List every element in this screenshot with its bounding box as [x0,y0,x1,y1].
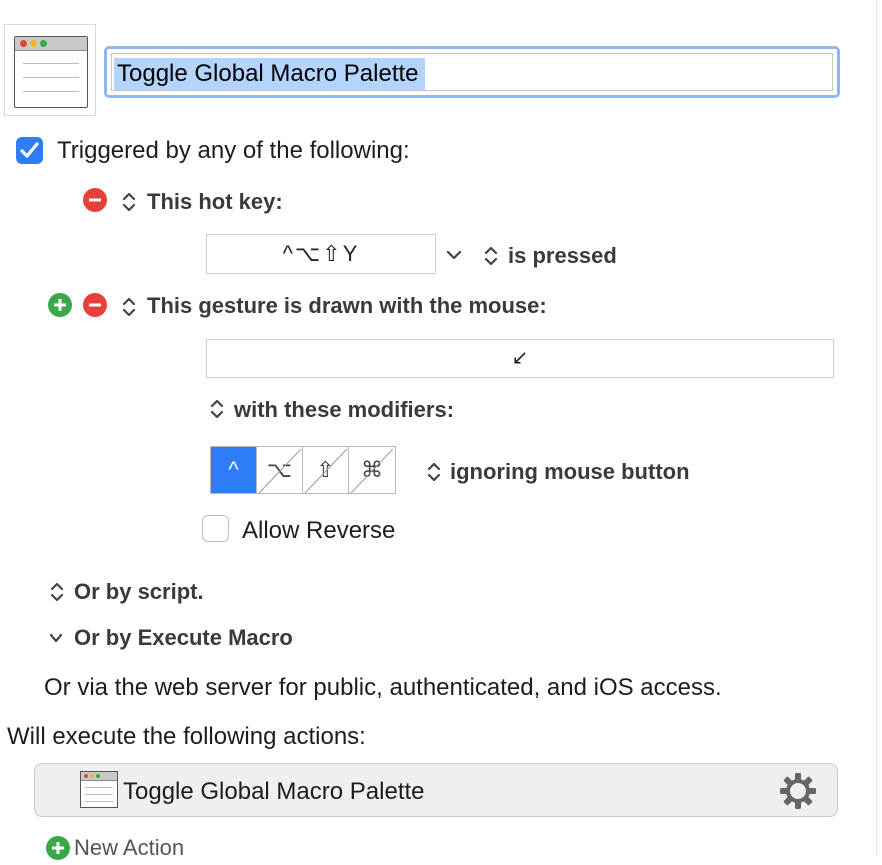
updown-chevron-icon[interactable] [120,295,138,324]
control-modifier-button[interactable]: ^ [211,447,257,493]
modifier-buttons: ^ ⌥ ⇧ ⌘ [210,446,396,494]
allow-reverse-checkbox[interactable] [202,515,229,542]
triggered-checkbox[interactable] [16,137,43,164]
remove-trigger-icon[interactable] [83,293,107,317]
modifiers-label: with these modifiers: [234,397,455,422]
updown-chevron-icon[interactable] [425,460,443,489]
web-server-note: Or via the web server for public, authen… [44,674,722,701]
updown-chevron-icon[interactable] [120,190,138,219]
allow-reverse-label: Allow Reverse [242,517,396,544]
chevron-down-icon[interactable] [47,626,65,655]
command-modifier-button[interactable]: ⌘ [349,447,395,494]
new-action-button[interactable]: New Action [74,834,184,862]
option-modifier-button[interactable]: ⌥ [257,447,303,494]
gesture-symbol: ↙ [511,347,529,369]
hotkey-label: This hot key: [147,189,283,214]
updown-chevron-icon[interactable] [482,244,500,273]
add-trigger-icon[interactable] [48,293,72,317]
updown-chevron-icon[interactable] [208,397,226,426]
macro-icon-well[interactable] [4,24,96,116]
chevron-down-icon[interactable] [444,243,464,272]
macro-name-text[interactable]: Toggle Global Macro Palette [114,58,425,90]
gear-icon[interactable] [778,771,818,816]
gesture-label: This gesture is drawn with the mouse: [147,293,547,318]
add-action-icon[interactable] [46,836,70,860]
remove-trigger-icon[interactable] [83,188,107,212]
script-trigger-option[interactable]: Or by script. [74,578,204,606]
panel-edge [876,0,877,856]
shift-modifier-button[interactable]: ⇧ [303,447,349,494]
hotkey-field[interactable]: ^⌥⇧Y [206,234,436,274]
gesture-field[interactable]: ↙ [206,339,834,378]
mouse-button-selector[interactable]: ignoring mouse button [450,458,690,486]
triggered-label: Triggered by any of the following: [57,137,410,164]
execute-macro-option[interactable]: Or by Execute Macro [74,624,293,652]
window-icon [80,771,118,808]
actions-header: Will execute the following actions: [7,723,366,750]
updown-chevron-icon[interactable] [48,580,66,609]
hotkey-state[interactable]: is pressed [508,242,617,270]
window-icon [14,36,88,108]
action-label: Toggle Global Macro Palette [123,778,425,805]
hotkey-keys: ^⌥⇧Y [282,241,360,266]
